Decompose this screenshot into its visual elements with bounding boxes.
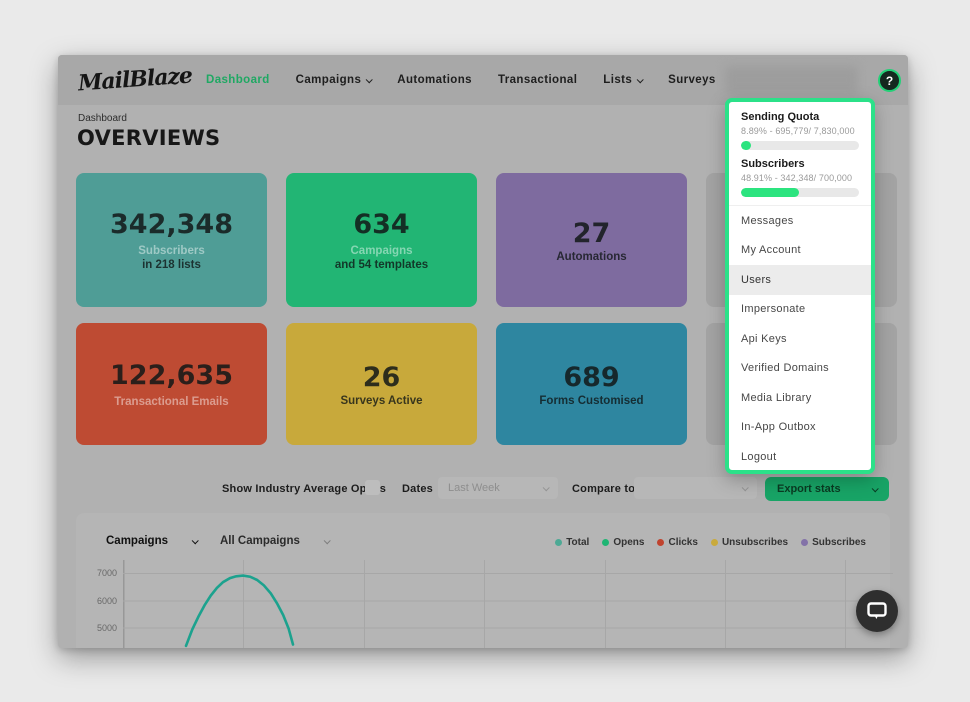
export-stats-button[interactable]: Export stats — [765, 477, 889, 501]
chart-type-select[interactable]: Campaigns — [106, 535, 197, 547]
chevron-down-icon — [742, 484, 749, 491]
account-menu-list: Messages My Account Users Impersonate Ap… — [729, 205, 871, 472]
quota-progress-fill — [741, 188, 799, 197]
quota-detail: 8.89% - 695,779/ 7,830,000 — [741, 126, 859, 136]
campaign-filter-select[interactable]: All Campaigns — [220, 535, 329, 547]
account-dropdown-menu: Sending Quota 8.89% - 695,779/ 7,830,000… — [725, 98, 875, 474]
card-value: 689 — [563, 362, 619, 393]
menu-item-in-app-outbox[interactable]: In-App Outbox — [729, 413, 871, 443]
legend-dot — [711, 539, 718, 546]
card-label: Campaigns — [351, 245, 413, 257]
legend-dot — [555, 539, 562, 546]
chevron-down-icon — [872, 485, 879, 492]
quota-sending: Sending Quota 8.89% - 695,779/ 7,830,000… — [729, 102, 871, 197]
quota-progress-fill — [741, 141, 751, 150]
card-campaigns[interactable]: 634 Campaigns and 54 templates — [286, 173, 477, 307]
compare-to-select[interactable] — [634, 477, 757, 499]
legend-dot — [657, 539, 664, 546]
industry-average-checkbox[interactable] — [365, 480, 380, 495]
nav-automations[interactable]: Automations — [397, 74, 472, 86]
quota-detail: 48.91% - 342,348/ 700,000 — [741, 173, 859, 183]
account-name-blurred[interactable] — [725, 66, 858, 94]
legend-clicks[interactable]: Clicks — [657, 537, 697, 548]
total-line-path — [186, 576, 293, 646]
legend-unsubscribes[interactable]: Unsubscribes — [711, 537, 788, 548]
legend-subscribes[interactable]: Subscribes — [801, 537, 866, 548]
card-value: 634 — [353, 209, 409, 240]
card-sublabel: and 54 templates — [335, 259, 428, 271]
mailblaze-logo[interactable]: MailBlaze — [77, 64, 179, 97]
quota-progressbar — [741, 188, 859, 197]
card-value: 26 — [363, 362, 401, 393]
app-window: MailBlaze Dashboard Campaigns Automation… — [58, 55, 908, 648]
legend-dot — [801, 539, 808, 546]
nav-campaigns[interactable]: Campaigns — [296, 74, 372, 86]
card-sublabel: Forms Customised — [539, 395, 643, 407]
card-forms-customised[interactable]: 689 Forms Customised — [496, 323, 687, 445]
dates-label: Dates — [402, 480, 433, 498]
chevron-down-icon — [192, 537, 199, 544]
breadcrumb: Dashboard — [78, 113, 127, 124]
y-axis-tick: 7000 — [85, 568, 117, 578]
card-transactional-emails[interactable]: 122,635 Transactional Emails — [76, 323, 267, 445]
card-value: 122,635 — [110, 360, 233, 391]
menu-item-media-library[interactable]: Media Library — [729, 383, 871, 413]
quota-title: Subscribers — [741, 158, 859, 170]
card-value: 342,348 — [110, 209, 233, 240]
help-icon[interactable]: ? — [878, 69, 901, 92]
chat-widget-button[interactable] — [856, 590, 898, 632]
dates-select[interactable]: Last Week — [438, 477, 558, 499]
card-label: Transactional Emails — [114, 396, 228, 408]
nav-transactional[interactable]: Transactional — [498, 74, 577, 86]
menu-item-users[interactable]: Users — [729, 265, 871, 295]
chart-legend: Total Opens Clicks Unsubscribes Subscrib… — [555, 537, 866, 548]
menu-item-api-keys[interactable]: Api Keys — [729, 324, 871, 354]
card-label: Subscribers — [138, 245, 204, 257]
legend-dot — [602, 539, 609, 546]
menu-item-verified-domains[interactable]: Verified Domains — [729, 354, 871, 384]
y-axis-tick: 6000 — [85, 596, 117, 606]
y-axis-tick: 5000 — [85, 623, 117, 633]
legend-opens[interactable]: Opens — [602, 537, 644, 548]
chevron-down-icon — [366, 76, 373, 83]
chevron-down-icon — [324, 537, 331, 544]
card-surveys-active[interactable]: 26 Surveys Active — [286, 323, 477, 445]
quota-title: Sending Quota — [741, 111, 859, 123]
main-nav: Dashboard Campaigns Automations Transact… — [206, 74, 716, 86]
chat-bubble-icon — [866, 601, 888, 621]
menu-item-impersonate[interactable]: Impersonate — [729, 295, 871, 325]
card-automations[interactable]: 27 Automations — [496, 173, 687, 307]
chevron-down-icon — [637, 76, 644, 83]
card-sublabel: in 218 lists — [142, 259, 201, 271]
line-chart-plot — [123, 560, 893, 648]
nav-dashboard[interactable]: Dashboard — [206, 74, 270, 86]
menu-item-messages[interactable]: Messages — [729, 206, 871, 236]
compare-to-label: Compare to — [572, 480, 635, 498]
card-sublabel: Surveys Active — [340, 395, 422, 407]
card-value: 27 — [573, 218, 611, 249]
nav-lists[interactable]: Lists — [603, 74, 642, 86]
page-title: OVERVIEWS — [77, 126, 220, 150]
stats-chart-card: Campaigns All Campaigns Total Opens Clic… — [76, 513, 890, 648]
card-subscribers[interactable]: 342,348 Subscribers in 218 lists — [76, 173, 267, 307]
card-sublabel: Automations — [556, 251, 626, 263]
legend-total[interactable]: Total — [555, 537, 589, 548]
industry-average-label: Show Industry Average Opens — [222, 480, 386, 498]
chevron-down-icon — [543, 484, 550, 491]
nav-surveys[interactable]: Surveys — [668, 74, 716, 86]
menu-item-logout[interactable]: Logout — [729, 442, 871, 472]
quota-progressbar — [741, 141, 859, 150]
menu-item-my-account[interactable]: My Account — [729, 236, 871, 266]
